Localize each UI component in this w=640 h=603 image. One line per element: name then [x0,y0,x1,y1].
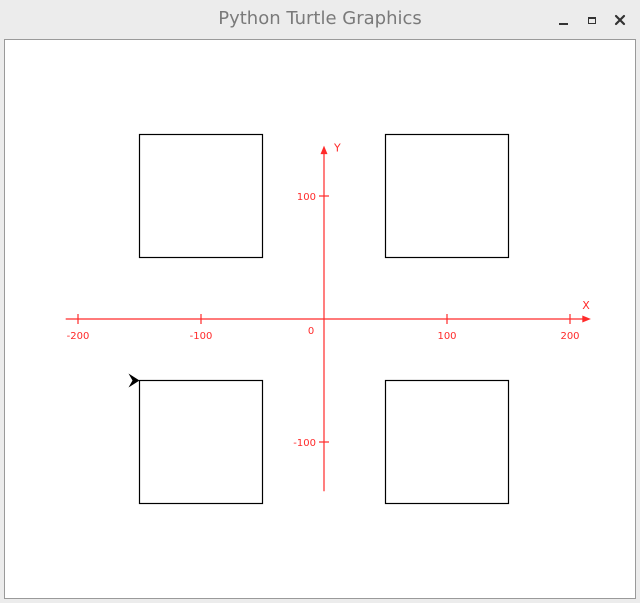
x-axis-arrow [582,315,591,323]
maximize-button[interactable] [582,10,602,30]
y-axis-arrow [320,145,328,155]
x-axis-label: X [582,299,590,312]
y-tick-label: -100 [293,438,316,449]
turtle-canvas[interactable]: -200 -100 100 200 100 -100 X Y 0 [4,39,636,599]
close-icon [614,14,626,26]
x-tick-label: 200 [560,331,579,342]
minimize-button[interactable] [553,10,573,30]
turtle-window: Python Turtle Graphics -200 -100 100 200 100… [0,0,640,603]
turtle-cursor-shape [128,373,140,388]
y-axis-label: Y [333,142,341,155]
x-tick-label: -100 [190,331,213,342]
maximize-icon [588,16,596,24]
origin-label: 0 [308,326,314,337]
window-title: Python Turtle Graphics [218,8,422,29]
turtle-cursor-icon [128,373,140,388]
x-tick-label: 100 [437,331,456,342]
x-tick-label: -200 [67,331,90,342]
turtle-drawing: -200 -100 100 200 100 -100 X Y 0 [65,133,591,505]
close-button[interactable] [610,10,630,30]
square-bottom-right [384,379,510,505]
square-top-right [384,133,510,259]
square-bottom-left [138,379,264,505]
minimize-icon [558,23,568,25]
square-top-left [138,133,264,259]
y-tick-label: 100 [297,192,316,203]
title-bar[interactable]: Python Turtle Graphics [0,0,640,40]
